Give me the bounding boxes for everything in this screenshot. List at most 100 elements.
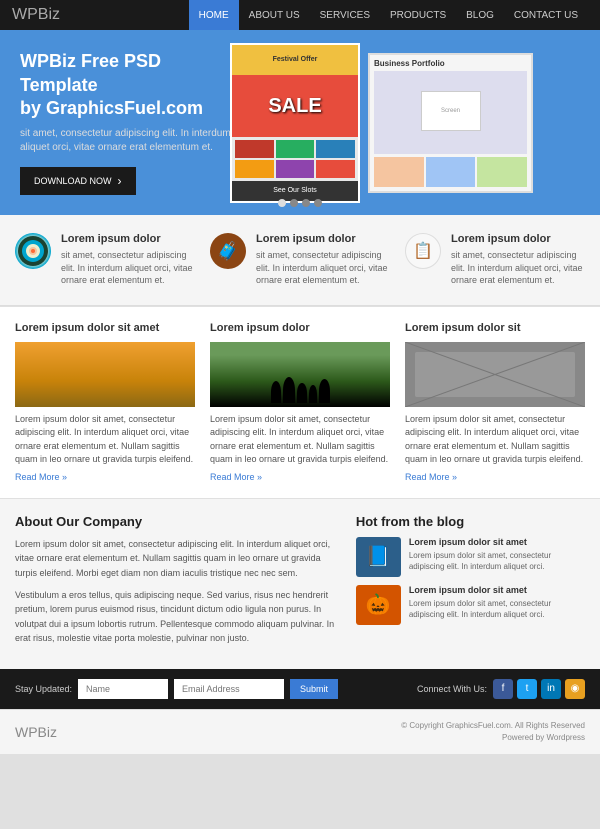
arrow-icon: › — [118, 174, 122, 188]
stay-updated-label: Stay Updated: — [15, 684, 72, 694]
hot-blog-heading: Hot from the blog — [356, 514, 585, 529]
blog-post-title-3: Lorem ipsum dolor sit — [405, 322, 585, 334]
silhouette-group — [271, 377, 330, 403]
nav-contact[interactable]: CONTACT US — [504, 0, 588, 30]
nav-services[interactable]: SERVICES — [310, 0, 380, 30]
hero-subtitle: sit amet, consectetur adipiscing elit. I… — [20, 127, 240, 155]
hot-item-title-1: Lorem ipsum dolor sit amet — [409, 537, 585, 547]
silhouette-5 — [319, 379, 330, 403]
feature-text-1: Lorem ipsum dolor sit amet, consectetur … — [61, 233, 195, 287]
feature-desc-2: sit amet, consectetur adipiscing elit. I… — [256, 249, 390, 287]
footer-logo-text: WPBiz — [15, 724, 57, 740]
read-more-3[interactable]: Read More » — [405, 472, 457, 482]
blog-post-image-3 — [405, 342, 585, 407]
hero-images: Festival Offer SALE See Our Slots Busine… — [220, 30, 600, 215]
blog-section: Lorem ipsum dolor sit amet Lorem ipsum d… — [0, 306, 600, 498]
submit-button[interactable]: Submit — [290, 679, 338, 699]
feature-title-1: Lorem ipsum dolor — [61, 233, 195, 245]
name-input[interactable] — [78, 679, 168, 699]
feature-text-3: Lorem ipsum dolor sit amet, consectetur … — [451, 233, 585, 287]
hero-dots — [278, 199, 322, 207]
hot-item-text-1: Lorem ipsum dolor sit amet Lorem ipsum d… — [409, 537, 585, 577]
copyright-text: © Copyright GraphicsFuel.com. All Rights… — [401, 720, 585, 732]
about-blog-section: About Our Company Lorem ipsum dolor sit … — [0, 498, 600, 669]
footer-bar-left: Stay Updated: Submit — [15, 679, 409, 699]
hot-item-1: 📘 Lorem ipsum dolor sit amet Lorem ipsum… — [356, 537, 585, 577]
feature-icon-1 — [15, 233, 51, 269]
about-para-2: Vestibulum a eros tellus, quis adipiscin… — [15, 588, 336, 646]
logo: WPBiz — [12, 6, 60, 24]
nav-about[interactable]: ABOUT US — [239, 0, 310, 30]
hero-dot-4[interactable] — [314, 199, 322, 207]
read-more-1[interactable]: Read More » — [15, 472, 67, 482]
blog-post-text-3: Lorem ipsum dolor sit amet, consectetur … — [405, 413, 585, 467]
footer-bar: Stay Updated: Submit Connect With Us: f … — [0, 669, 600, 709]
blog-post-title-1: Lorem ipsum dolor sit amet — [15, 322, 195, 334]
feature-desc-3: sit amet, consectetur adipiscing elit. I… — [451, 249, 585, 287]
hero-dot-1[interactable] — [278, 199, 286, 207]
blog-post-text-1: Lorem ipsum dolor sit amet, consectetur … — [15, 413, 195, 467]
logo-text: WPBiz — [12, 6, 60, 23]
footer: WPBiz © Copyright GraphicsFuel.com. All … — [0, 709, 600, 754]
silhouette-2 — [283, 377, 295, 403]
download-button[interactable]: DOWNLOAD NOW › — [20, 167, 136, 195]
hot-item-desc-1: Lorem ipsum dolor sit amet, consectetur … — [409, 550, 585, 572]
linkedin-icon[interactable]: in — [541, 679, 561, 699]
blog-post-image-1 — [15, 342, 195, 407]
hero-section: WPBiz Free PSD Templateby GraphicsFuel.c… — [0, 30, 600, 215]
feature-title-3: Lorem ipsum dolor — [451, 233, 585, 245]
footer-bar-right: Connect With Us: f t in ◉ — [417, 679, 585, 699]
feature-text-2: Lorem ipsum dolor sit amet, consectetur … — [256, 233, 390, 287]
hot-item-2: 🎃 Lorem ipsum dolor sit amet Lorem ipsum… — [356, 585, 585, 625]
footer-copyright: © Copyright GraphicsFuel.com. All Rights… — [401, 720, 585, 744]
read-more-2[interactable]: Read More » — [210, 472, 262, 482]
hero-dot-2[interactable] — [290, 199, 298, 207]
blog-post-2: Lorem ipsum dolor Lorem ipsum dolor sit … — [210, 322, 390, 483]
twitter-icon[interactable]: t — [517, 679, 537, 699]
hero-title: WPBiz Free PSD Templateby GraphicsFuel.c… — [20, 50, 240, 120]
feature-desc-1: sit amet, consectetur adipiscing elit. I… — [61, 249, 195, 287]
silhouette-3 — [297, 383, 307, 403]
feature-icon-3: 📋 — [405, 233, 441, 269]
feature-title-2: Lorem ipsum dolor — [256, 233, 390, 245]
hot-item-desc-2: Lorem ipsum dolor sit amet, consectetur … — [409, 598, 585, 620]
about-section: About Our Company Lorem ipsum dolor sit … — [15, 514, 336, 654]
download-label: DOWNLOAD NOW — [34, 176, 112, 186]
silhouette-1 — [271, 381, 281, 403]
silhouette-4 — [309, 385, 317, 403]
about-heading: About Our Company — [15, 514, 336, 529]
facebook-icon[interactable]: f — [493, 679, 513, 699]
powered-by-text: Powered by Wordpress — [401, 732, 585, 744]
hot-blog-section: Hot from the blog 📘 Lorem ipsum dolor si… — [356, 514, 585, 654]
header: WPBiz HOME ABOUT US SERVICES PRODUCTS BL… — [0, 0, 600, 30]
nav-blog[interactable]: BLOG — [456, 0, 504, 30]
blog-post-3: Lorem ipsum dolor sit Lorem ipsum dolor … — [405, 322, 585, 483]
feature-item-2: 🧳 Lorem ipsum dolor sit amet, consectetu… — [210, 233, 390, 287]
blog-post-1: Lorem ipsum dolor sit amet Lorem ipsum d… — [15, 322, 195, 483]
email-input[interactable] — [174, 679, 284, 699]
blog-grid: Lorem ipsum dolor sit amet Lorem ipsum d… — [15, 322, 585, 483]
feature-item-3: 📋 Lorem ipsum dolor sit amet, consectetu… — [405, 233, 585, 287]
rss-icon[interactable]: ◉ — [565, 679, 585, 699]
nav-products[interactable]: PRODUCTS — [380, 0, 456, 30]
nav-home[interactable]: HOME — [189, 0, 239, 30]
blog-post-text-2: Lorem ipsum dolor sit amet, consectetur … — [210, 413, 390, 467]
hero-image-right: Business Portfolio Screen — [368, 53, 533, 193]
feature-item-1: Lorem ipsum dolor sit amet, consectetur … — [15, 233, 195, 287]
hot-item-icon-2: 🎃 — [356, 585, 401, 625]
blog-post-image-2 — [210, 342, 390, 407]
blog-post-title-2: Lorem ipsum dolor — [210, 322, 390, 334]
hot-item-title-2: Lorem ipsum dolor sit amet — [409, 585, 585, 595]
about-para-1: Lorem ipsum dolor sit amet, consectetur … — [15, 537, 336, 580]
social-icons: f t in ◉ — [493, 679, 585, 699]
footer-logo: WPBiz — [15, 724, 57, 740]
hero-content: WPBiz Free PSD Templateby GraphicsFuel.c… — [20, 50, 240, 194]
features-section: Lorem ipsum dolor sit amet, consectetur … — [0, 215, 600, 306]
hot-item-text-2: Lorem ipsum dolor sit amet Lorem ipsum d… — [409, 585, 585, 625]
main-nav: HOME ABOUT US SERVICES PRODUCTS BLOG CON… — [189, 0, 588, 30]
connect-label: Connect With Us: — [417, 684, 487, 694]
hero-dot-3[interactable] — [302, 199, 310, 207]
feature-icon-2: 🧳 — [210, 233, 246, 269]
hot-item-icon-1: 📘 — [356, 537, 401, 577]
hero-image-left: Festival Offer SALE See Our Slots — [230, 43, 360, 203]
